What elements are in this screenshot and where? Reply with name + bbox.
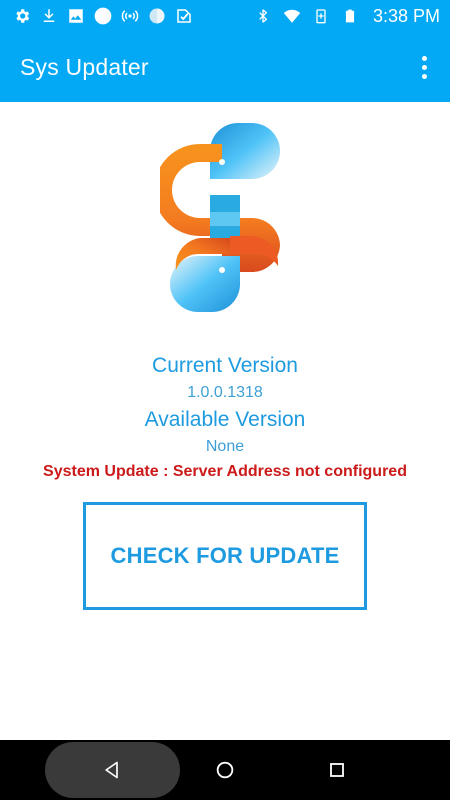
navigation-bar: [0, 740, 450, 800]
status-bar: 3:38 PM: [0, 0, 450, 32]
app-bar: Sys Updater: [0, 32, 450, 102]
battery-saver-icon: [311, 6, 331, 26]
check-shield-icon: [174, 6, 194, 26]
image-icon: [66, 6, 86, 26]
back-icon[interactable]: [92, 750, 132, 790]
gear-icon: [12, 6, 32, 26]
available-version-label: Available Version: [144, 408, 306, 431]
check-for-update-button[interactable]: CHECK FOR UPDATE: [83, 502, 367, 610]
available-version-value: None: [205, 438, 245, 455]
current-version-value: 1.0.0.1318: [187, 384, 263, 401]
screen: 3:38 PM Sys Updater Current Version 1.0.…: [0, 0, 450, 800]
battery-icon: [340, 6, 360, 26]
hotspot-icon: [120, 6, 140, 26]
overflow-menu-icon[interactable]: [404, 47, 444, 87]
wifi-icon: [282, 6, 302, 26]
sync-icon: [147, 6, 167, 26]
current-version-label: Current Version: [152, 354, 298, 377]
app-title: Sys Updater: [20, 53, 149, 80]
download-icon: [39, 6, 59, 26]
status-message: System Update : Server Address not confi…: [43, 463, 407, 480]
app-logo: [154, 120, 290, 315]
status-bar-system: 3:38 PM: [253, 6, 450, 27]
version-info: Current Version 1.0.0.1318 Available Ver…: [0, 350, 450, 484]
bluetooth-icon: [253, 6, 273, 26]
status-bar-notifications: [0, 6, 194, 26]
recents-icon[interactable]: [317, 750, 357, 790]
circle-icon: [93, 6, 113, 26]
status-bar-time: 3:38 PM: [372, 5, 440, 26]
home-icon[interactable]: [205, 750, 245, 790]
